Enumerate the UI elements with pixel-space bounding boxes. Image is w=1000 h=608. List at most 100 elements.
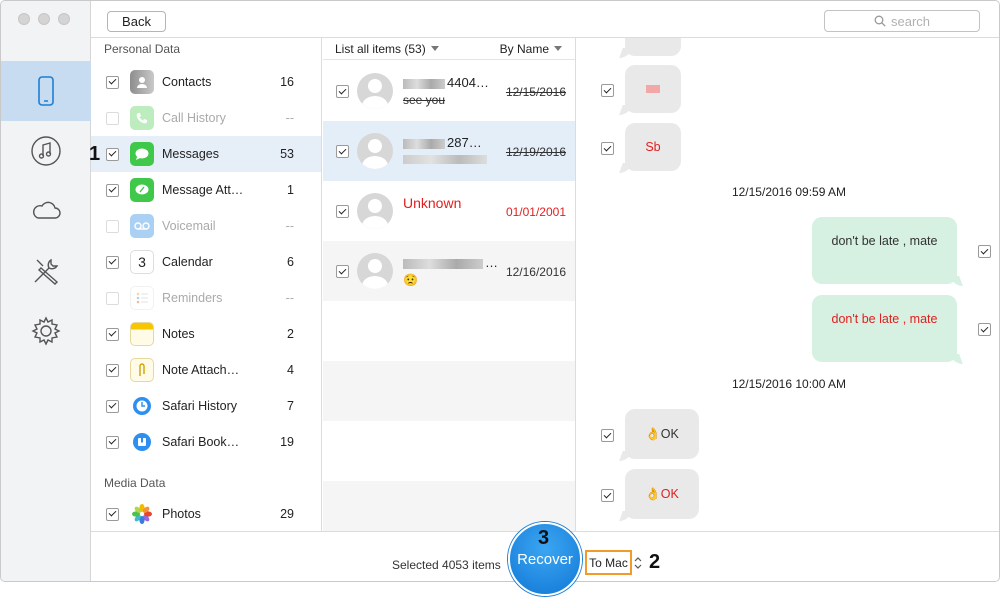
avatar — [357, 253, 393, 289]
message-checkbox[interactable] — [978, 245, 991, 258]
safari-history-icon — [130, 394, 154, 418]
message-checkbox[interactable] — [601, 489, 614, 502]
selected-count: Selected 4053 items — [392, 558, 501, 572]
category-message-attachments[interactable]: Message Att… 1 — [91, 172, 321, 208]
checkbox[interactable] — [106, 291, 119, 305]
minimize-window-button[interactable] — [38, 13, 50, 25]
category-count: 4 — [287, 363, 294, 377]
message-checkbox[interactable] — [601, 84, 614, 97]
category-voicemail[interactable]: Voicemail -- — [91, 208, 321, 244]
redacted-block — [403, 258, 483, 269]
updown-chevron-icon[interactable] — [634, 556, 642, 570]
checkbox[interactable] — [106, 183, 119, 197]
category-label: Messages — [162, 147, 219, 161]
category-count: 2 — [287, 327, 294, 341]
music-icon — [31, 136, 61, 166]
checkbox[interactable] — [336, 205, 349, 218]
sidebar-rail — [1, 1, 91, 581]
category-safari-history[interactable]: Safari History 7 — [91, 388, 321, 424]
thread-list: List all items (53) By Name 4404… see yo… — [323, 38, 576, 531]
thread-name: Unknown — [403, 195, 462, 211]
thread-name: 4404… — [403, 75, 489, 90]
thread-name: 287… — [403, 135, 482, 150]
rail-device[interactable] — [1, 61, 91, 121]
category-call-history[interactable]: Call History -- — [91, 100, 321, 136]
category-notes[interactable]: Notes 2 — [91, 316, 321, 352]
category-messages[interactable]: Messages 53 — [91, 136, 321, 172]
search-input[interactable]: search — [824, 10, 980, 32]
category-count: -- — [285, 111, 294, 125]
checkbox[interactable] — [106, 111, 119, 125]
category-count: 1 — [287, 183, 294, 197]
checkbox[interactable] — [106, 327, 119, 341]
thread-preview: 😟 — [403, 273, 418, 287]
category-note-attachments[interactable]: Note Attach… 4 — [91, 352, 321, 388]
checkbox[interactable] — [106, 435, 119, 449]
thread-list-header: List all items (53) By Name — [323, 38, 575, 60]
sort-dropdown[interactable]: By Name — [500, 42, 562, 56]
message-checkbox[interactable] — [601, 142, 614, 155]
list-all-dropdown[interactable]: List all items (53) — [335, 42, 439, 56]
category-count: 53 — [280, 147, 294, 161]
checkbox[interactable] — [106, 219, 119, 233]
section-media-data: Media Data — [104, 476, 166, 490]
category-contacts[interactable]: Contacts 16 — [91, 64, 321, 100]
category-count: 19 — [280, 435, 294, 449]
category-label: Notes — [162, 327, 195, 341]
rail-tools[interactable] — [1, 241, 91, 301]
rail-icloud[interactable] — [1, 181, 91, 241]
back-button[interactable]: Back — [107, 11, 166, 32]
category-reminders[interactable]: Reminders -- — [91, 280, 321, 316]
checkbox[interactable] — [106, 255, 119, 269]
message-bubble-incoming — [625, 65, 681, 113]
zoom-window-button[interactable] — [58, 13, 70, 25]
thread-name-text: 287… — [447, 135, 482, 150]
destination-select[interactable]: To Mac — [585, 550, 632, 575]
checkbox[interactable] — [106, 399, 119, 413]
empty-row — [323, 421, 575, 481]
checkbox[interactable] — [106, 75, 119, 89]
gear-icon — [31, 316, 61, 346]
category-count: -- — [285, 219, 294, 233]
reminders-icon — [130, 286, 154, 310]
voicemail-icon — [130, 214, 154, 238]
thread-row[interactable]: 4404… see you 12/15/2016 — [323, 61, 575, 121]
step-marker-3: 3 — [538, 527, 550, 549]
rail-itunes[interactable] — [1, 121, 91, 181]
rail-settings[interactable] — [1, 301, 91, 361]
message-checkbox[interactable] — [978, 323, 991, 336]
empty-row — [323, 361, 575, 421]
thread-row[interactable]: Unknown 01/01/2001 — [323, 181, 575, 241]
window-controls — [18, 13, 70, 25]
thread-row[interactable]: 287… 12/19/2016 — [323, 121, 575, 181]
checkbox[interactable] — [106, 363, 119, 377]
checkbox[interactable] — [336, 265, 349, 278]
checkbox[interactable] — [336, 145, 349, 158]
message-bubble-outgoing: don't be late , mate — [812, 295, 957, 362]
thread-date: 12/19/2016 — [505, 145, 566, 159]
top-toolbar: Back search — [91, 1, 999, 38]
category-count: 7 — [287, 399, 294, 413]
thread-preview: see you — [403, 93, 446, 107]
redacted-block — [403, 138, 445, 149]
category-count: 6 — [287, 255, 294, 269]
category-calendar[interactable]: 3 Calendar 6 — [91, 244, 321, 280]
category-label: Call History — [162, 111, 226, 125]
message-checkbox[interactable] — [601, 429, 614, 442]
category-photos[interactable]: Photos 29 — [91, 496, 321, 531]
checkbox[interactable] — [106, 147, 119, 161]
thread-row[interactable]: … 😟 12/16/2016 — [323, 241, 575, 301]
checkbox[interactable] — [336, 85, 349, 98]
safari-bookmark-icon — [130, 430, 154, 454]
step-marker-1: 1 — [89, 143, 101, 165]
category-count: -- — [285, 291, 294, 305]
category-safari-bookmarks[interactable]: Safari Book… 19 — [91, 424, 321, 460]
redacted-block — [403, 155, 487, 164]
category-label: Contacts — [162, 75, 212, 89]
category-label: Message Att… — [162, 183, 244, 197]
category-count: 29 — [280, 507, 294, 521]
close-window-button[interactable] — [18, 13, 30, 25]
iphone-icon — [38, 76, 54, 106]
checkbox[interactable] — [106, 507, 119, 521]
thread-date: 12/15/2016 — [505, 85, 566, 99]
